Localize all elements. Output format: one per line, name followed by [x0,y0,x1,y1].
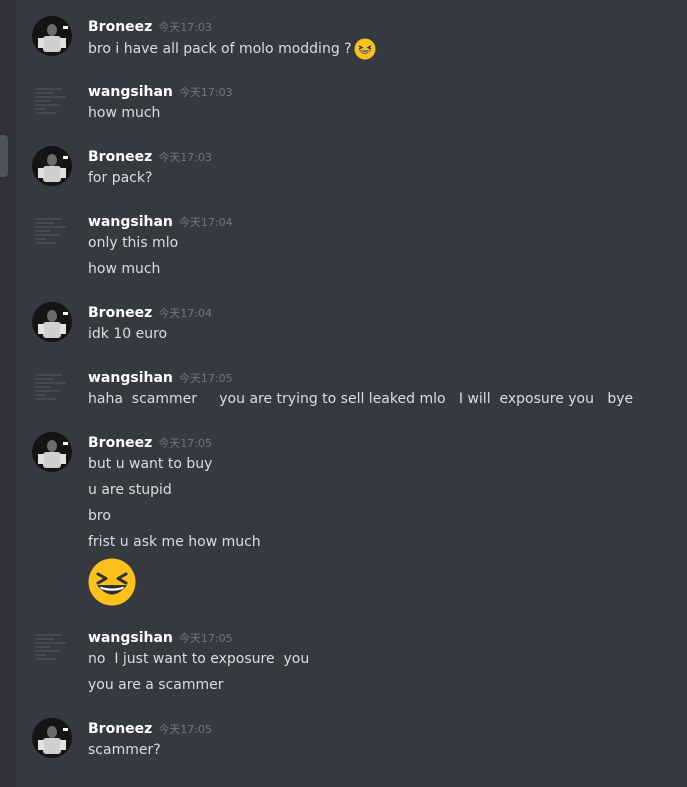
message-header: Broneez 今天17:05 [88,718,212,738]
avatar-wangsihan[interactable] [32,367,72,407]
avatar-broneez[interactable] [32,16,72,56]
author-name[interactable]: wangsihan [88,370,173,386]
avatar-broneez[interactable] [32,146,72,186]
timestamp: 今天17:05 [178,372,233,385]
timestamp: 今天17:05 [158,437,213,450]
author-name[interactable]: wangsihan [88,214,173,230]
message-text: u are stupid [88,482,172,498]
message-text: frist u ask me how much [88,534,261,550]
timestamp: 今天17:05 [158,723,213,736]
avatar-wangsihan[interactable] [32,81,72,121]
message-text: no I just want to exposure you [88,651,310,667]
author-name[interactable]: Broneez [88,19,152,35]
avatar-broneez[interactable] [32,432,72,472]
message-feed: Broneez 今天17:03 bro i have all pack of mo… [0,0,687,787]
message-text: bro [88,508,111,524]
message-header: Broneez 今天17:03 [88,16,212,36]
author-name[interactable]: wangsihan [88,630,173,646]
author-name[interactable]: Broneez [88,305,152,321]
message-text: idk 10 euro [88,326,168,342]
message-text: for pack? [88,170,153,186]
timestamp: 今天17:03 [158,151,213,164]
message-header: Broneez 今天17:03 [88,146,212,166]
avatar-wangsihan[interactable] [32,627,72,667]
message-text: scammer? [88,742,161,758]
message-line: bro i have all pack of molo modding ? [88,38,376,60]
timestamp: 今天17:03 [178,86,233,99]
message-header: wangsihan 今天17:05 [88,367,233,387]
timestamp: 今天17:04 [158,307,213,320]
message-text: but u want to buy [88,456,213,472]
avatar-broneez[interactable] [32,302,72,342]
message-text: only this mlo [88,235,179,251]
timestamp: 今天17:03 [158,21,213,34]
message-text: you are a scammer [88,677,224,693]
timestamp: 今天17:04 [178,216,233,229]
author-name[interactable]: Broneez [88,149,152,165]
timestamp: 今天17:05 [178,632,233,645]
message-text: how much [88,105,161,121]
message-header: wangsihan 今天17:05 [88,627,233,647]
message-text: how much [88,261,161,277]
author-name[interactable]: Broneez [88,435,152,451]
message-header: wangsihan 今天17:03 [88,81,233,101]
message-header: Broneez 今天17:05 [88,432,212,452]
author-name[interactable]: wangsihan [88,84,173,100]
message-header: Broneez 今天17:04 [88,302,212,322]
grinning-squinting-emoji-icon [354,38,376,60]
message-header: wangsihan 今天17:04 [88,211,233,231]
grinning-squinting-emoji-icon [88,558,136,606]
author-name[interactable]: Broneez [88,721,152,737]
message-text: haha scammer you are trying to sell leak… [88,391,634,407]
avatar-wangsihan[interactable] [32,211,72,251]
avatar-broneez[interactable] [32,718,72,758]
message-text: bro i have all pack of molo modding ? [88,41,352,57]
